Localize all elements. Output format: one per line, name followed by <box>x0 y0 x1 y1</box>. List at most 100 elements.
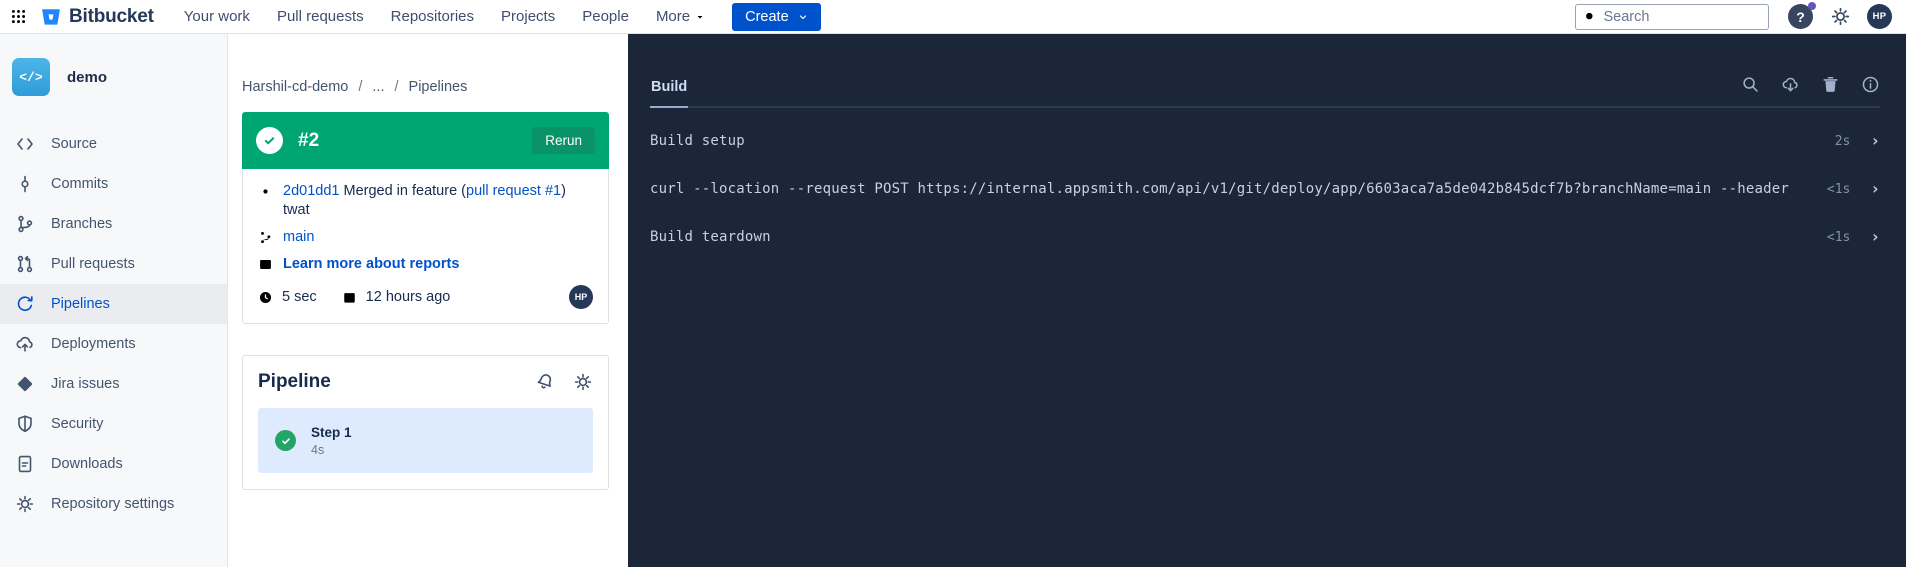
pipelines-icon <box>15 294 35 314</box>
time-ago-group: 12 hours ago <box>342 289 451 305</box>
trash-icon[interactable] <box>1821 75 1840 94</box>
build-log-panel: Build Build setup 2s › curl --location -… <box>628 34 1906 567</box>
breadcrumb-current: Pipelines <box>409 79 468 95</box>
repo-name: demo <box>67 69 107 86</box>
pipeline-card-title: Pipeline <box>258 371 331 393</box>
jira-icon <box>15 374 35 394</box>
tab-build[interactable]: Build <box>650 79 688 108</box>
branch-link[interactable]: main <box>283 228 314 247</box>
pipeline-card-actions <box>535 372 593 392</box>
search-logs-icon[interactable] <box>1741 75 1760 94</box>
pipeline-info-card: 2d01dd1 Merged in feature (pull request … <box>242 169 609 324</box>
gear-icon[interactable] <box>573 372 593 392</box>
log-row-build-teardown[interactable]: Build teardown <1s › <box>650 213 1880 261</box>
nav-more[interactable]: More <box>656 8 705 25</box>
pipeline-step-row[interactable]: Step 1 4s <box>258 408 593 473</box>
log-toolbar <box>1741 75 1880 106</box>
bell-icon[interactable] <box>535 372 555 392</box>
pipeline-number: #2 <box>298 130 319 152</box>
sidebar-item-jira-issues[interactable]: Jira issues <box>0 364 227 404</box>
nav-repositories[interactable]: Repositories <box>391 8 474 25</box>
sidebar-item-deployments[interactable]: Deployments <box>0 324 227 364</box>
branch-icon <box>15 214 35 234</box>
breadcrumb-collapsed[interactable]: ... <box>372 79 384 95</box>
step-success-icon <box>275 430 296 451</box>
search-box[interactable] <box>1575 4 1769 30</box>
sidebar-item-repository-settings[interactable]: Repository settings <box>0 484 227 524</box>
help-icon[interactable]: ? <box>1788 4 1813 29</box>
step-name: Step 1 <box>311 425 352 440</box>
committer-avatar: HP <box>569 285 593 309</box>
log-duration: <1s <box>1820 182 1850 197</box>
rerun-button[interactable]: Rerun <box>532 127 595 154</box>
sidebar-item-pull-requests[interactable]: Pull requests <box>0 244 227 284</box>
create-button[interactable]: Create <box>732 3 821 31</box>
chevron-right-icon: › <box>1870 133 1880 149</box>
learn-more-reports-link[interactable]: Learn more about reports <box>283 255 459 274</box>
sidebar-item-pipelines[interactable]: Pipelines <box>0 284 227 324</box>
nav-pull-requests[interactable]: Pull requests <box>277 8 364 25</box>
sidebar-item-commits[interactable]: Commits <box>0 164 227 204</box>
clock-icon <box>258 290 274 305</box>
deployments-icon <box>15 334 35 354</box>
duration-group: 5 sec <box>258 289 317 305</box>
commit-row: 2d01dd1 Merged in feature (pull request … <box>258 182 593 220</box>
user-avatar[interactable]: HP <box>1867 4 1892 29</box>
code-icon <box>15 134 35 154</box>
chevron-right-icon: › <box>1870 229 1880 245</box>
sidebar-item-source[interactable]: Source <box>0 124 227 164</box>
search-input[interactable] <box>1603 9 1760 25</box>
pipeline-status-banner: #2 Rerun <box>242 112 609 169</box>
product-name: Bitbucket <box>69 6 154 28</box>
nav-people[interactable]: People <box>582 8 629 25</box>
reports-icon <box>258 255 274 272</box>
commit-icon <box>15 174 35 194</box>
chevron-down-icon <box>798 12 808 22</box>
notification-dot <box>1808 2 1816 10</box>
pull-request-link[interactable]: pull request #1 <box>466 183 561 199</box>
sidebar-item-branches[interactable]: Branches <box>0 204 227 244</box>
pull-request-icon <box>15 254 35 274</box>
sidebar-item-security[interactable]: Security <box>0 404 227 444</box>
branch-row: main <box>258 228 593 247</box>
app-switcher-icon[interactable] <box>10 8 27 25</box>
repo-avatar: </> <box>12 58 50 96</box>
nav-projects[interactable]: Projects <box>501 8 555 25</box>
chevron-down-icon <box>695 12 705 22</box>
step-duration: 4s <box>311 443 352 457</box>
top-navigation: Bitbucket Your work Pull requests Reposi… <box>0 0 1906 34</box>
repo-header[interactable]: </> demo <box>0 58 227 96</box>
log-duration: <1s <box>1820 230 1850 245</box>
bitbucket-mark-icon <box>40 6 62 28</box>
download-logs-icon[interactable] <box>1781 75 1800 94</box>
breadcrumb-repo-link[interactable]: Harshil-cd-demo <box>242 79 348 95</box>
success-check-icon <box>256 127 283 154</box>
commit-hash-link[interactable]: 2d01dd1 <box>283 183 339 199</box>
info-icon[interactable] <box>1861 75 1880 94</box>
meta-row: 5 sec 12 hours ago HP <box>258 285 593 309</box>
search-icon <box>1584 10 1596 24</box>
branch-icon <box>258 228 274 245</box>
pipeline-card-header: Pipeline <box>258 371 593 393</box>
main-layout: </> demo Source Commits Branches Pull re… <box>0 34 1906 567</box>
log-row-curl-command[interactable]: curl --location --request POST https://i… <box>650 165 1880 213</box>
sidebar-item-downloads[interactable]: Downloads <box>0 444 227 484</box>
log-row-build-setup[interactable]: Build setup 2s › <box>650 117 1880 165</box>
duration-value: 5 sec <box>282 289 317 305</box>
commit-message-line2: twat <box>283 201 566 220</box>
pipeline-summary-column: Harshil-cd-demo / ... / Pipelines #2 Rer… <box>228 34 628 567</box>
shield-icon <box>15 414 35 434</box>
chevron-right-icon: › <box>1870 181 1880 197</box>
document-icon <box>15 454 35 474</box>
commit-message: 2d01dd1 Merged in feature (pull request … <box>283 182 566 220</box>
log-rows: Build setup 2s › curl --location --reque… <box>650 117 1880 261</box>
nav-your-work[interactable]: Your work <box>184 8 250 25</box>
log-duration: 2s <box>1820 134 1850 149</box>
bitbucket-logo[interactable]: Bitbucket <box>40 6 154 28</box>
settings-gear-icon[interactable] <box>1830 6 1851 27</box>
breadcrumb: Harshil-cd-demo / ... / Pipelines <box>242 79 609 95</box>
breadcrumb-separator: / <box>395 79 399 95</box>
time-ago-value: 12 hours ago <box>366 289 451 305</box>
calendar-icon <box>342 290 358 305</box>
repository-sidebar: </> demo Source Commits Branches Pull re… <box>0 34 228 567</box>
